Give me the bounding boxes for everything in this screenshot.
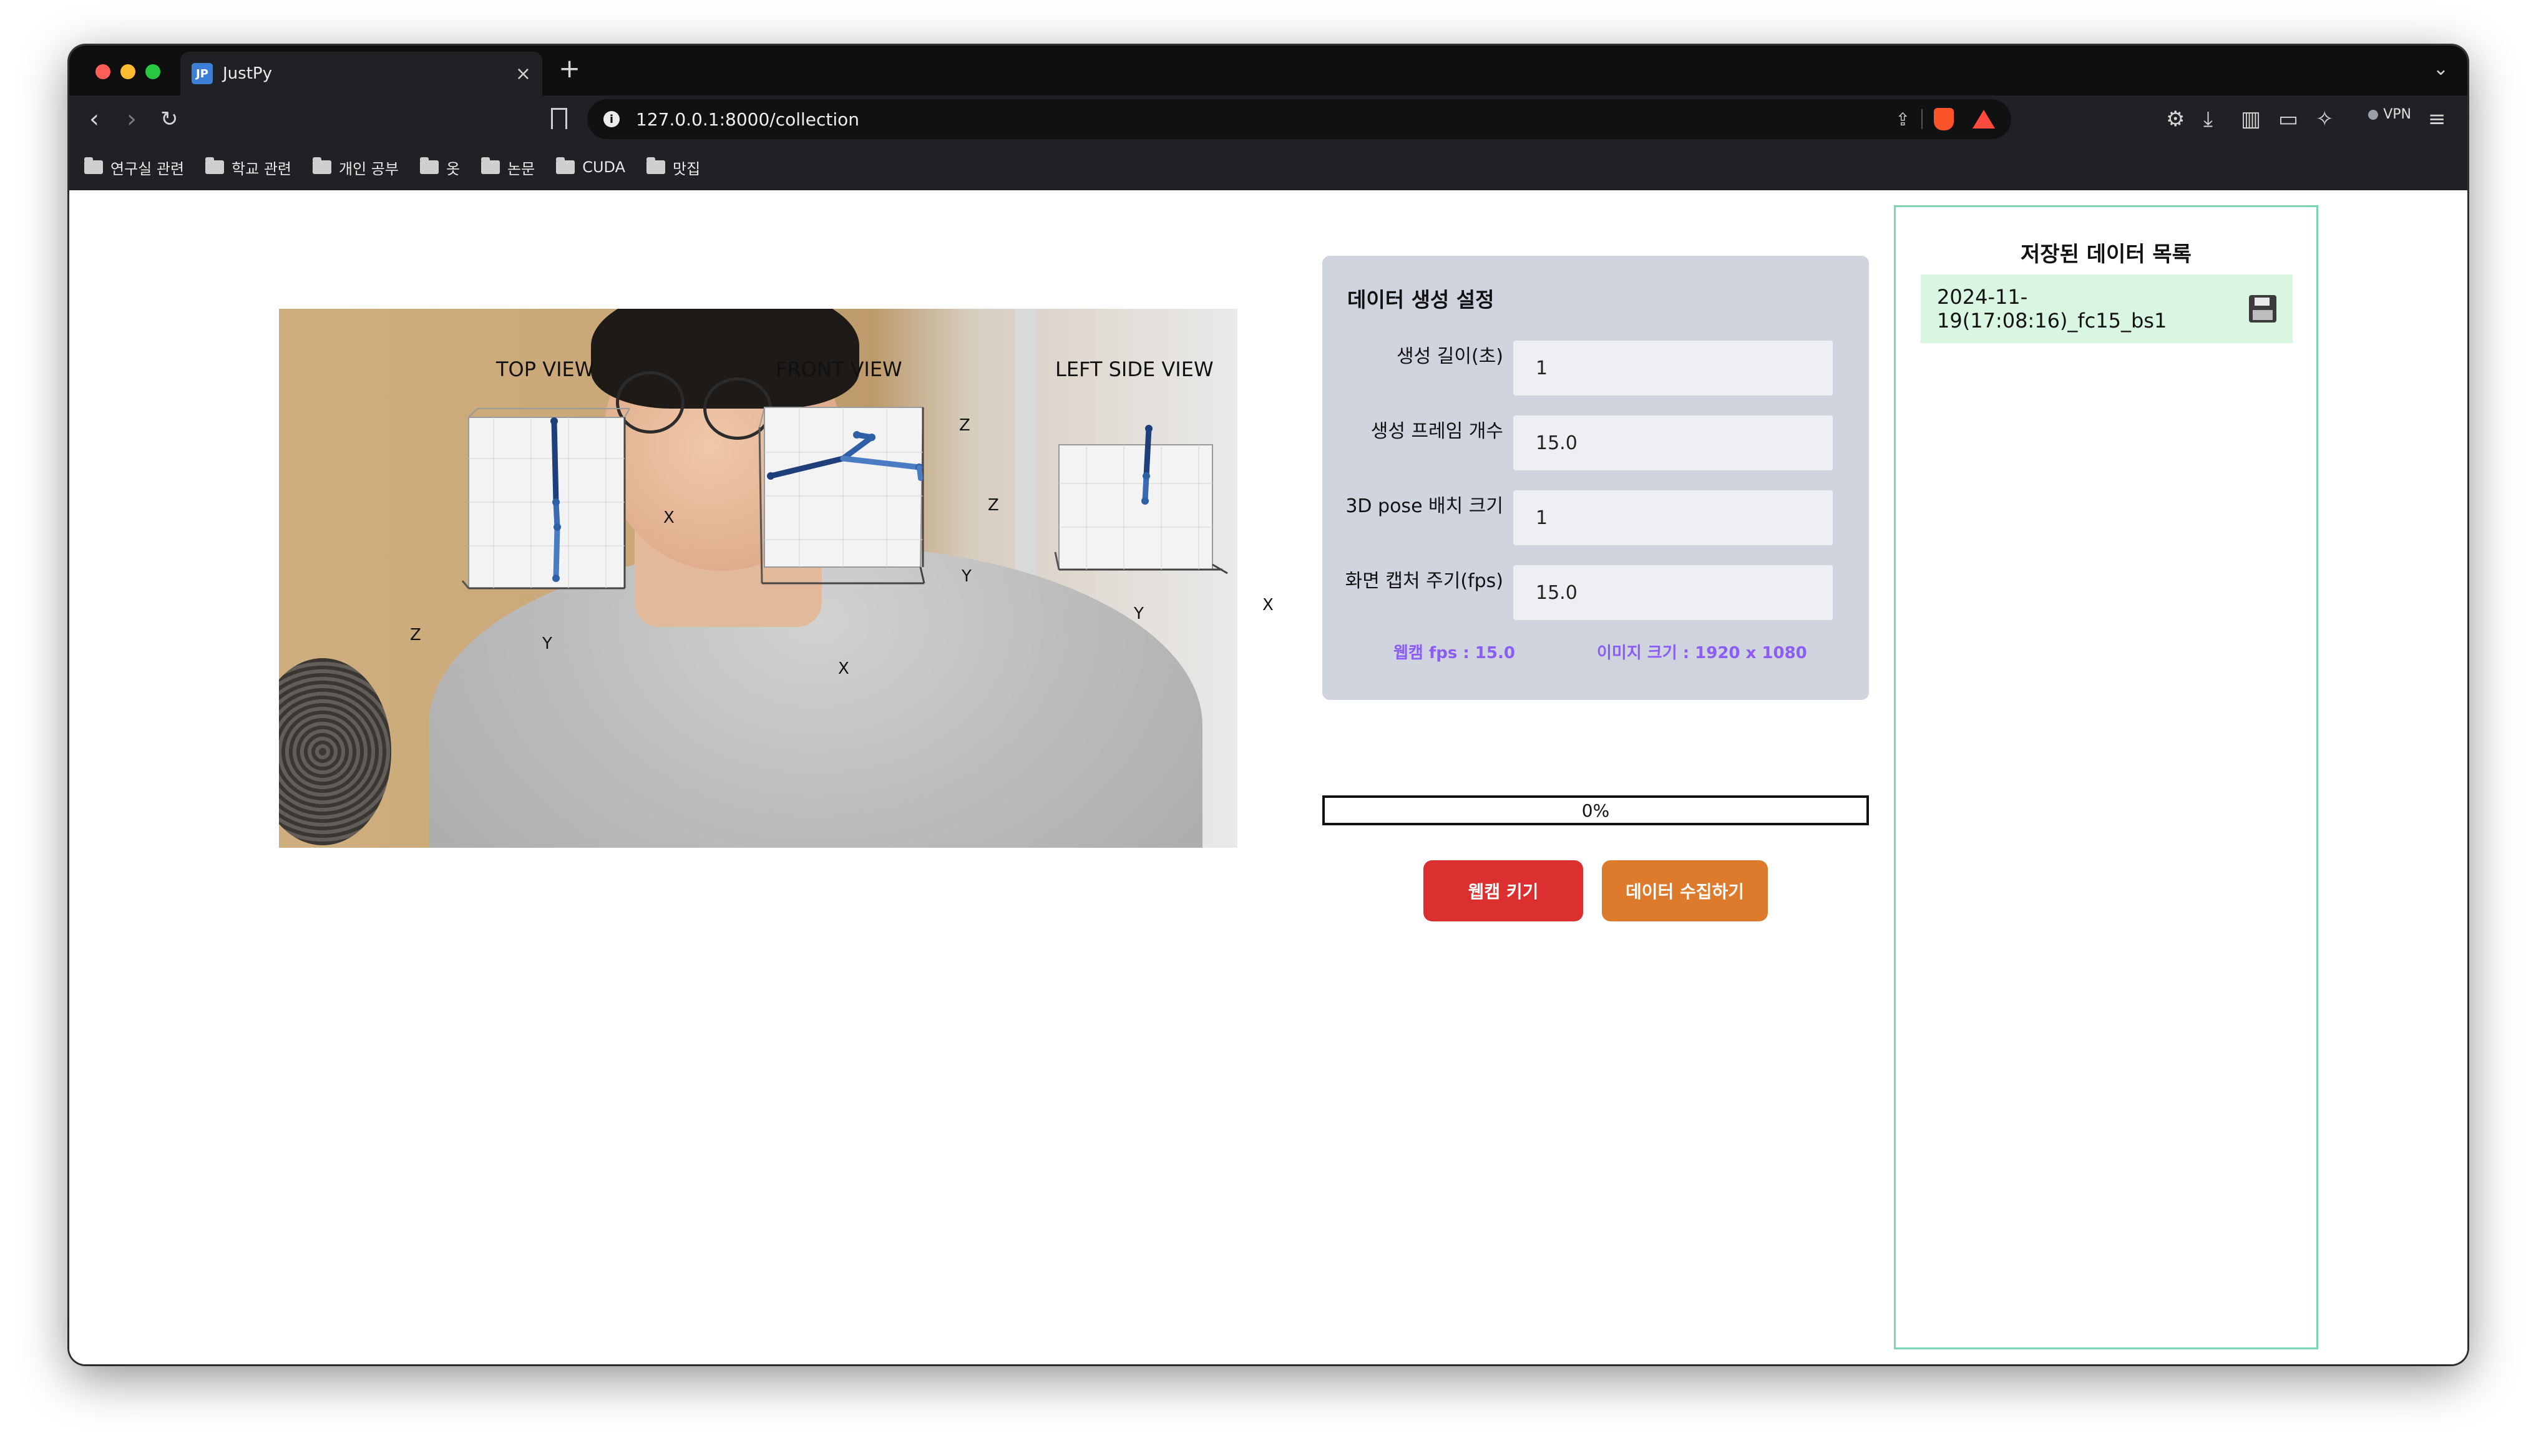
- frame-count-label: 생성 프레임 개수: [1370, 420, 1503, 442]
- address-bar[interactable]: i 127.0.0.1:8000/collection ⇪: [587, 99, 2011, 139]
- bookmark-folder[interactable]: CUDA: [556, 157, 625, 176]
- site-info-icon[interactable]: i: [603, 111, 620, 127]
- settings-panel: 데이터 생성 설정 생성 길이(초) 1 생성 프레임 개수 15.0 3D p…: [1322, 256, 1869, 700]
- folder-icon: [646, 157, 666, 174]
- brave-shields-icon[interactable]: [1934, 108, 1954, 130]
- reload-icon[interactable]: ↻: [160, 102, 178, 137]
- capture-fps-input[interactable]: 15.0: [1513, 565, 1833, 620]
- tab-strip: JP JustPy × + ⌄: [69, 46, 2467, 95]
- extensions-icon[interactable]: ⚙: [2166, 107, 2185, 132]
- new-tab-icon[interactable]: +: [558, 53, 580, 84]
- progress-label: 0%: [1581, 800, 1610, 821]
- share-icon[interactable]: ⇪: [1896, 109, 1910, 130]
- front-view-plot: [758, 407, 925, 585]
- bookmark-icon[interactable]: [551, 108, 567, 129]
- download-icon[interactable]: ⤓: [2203, 107, 2213, 132]
- tab-title: JustPy: [223, 64, 272, 83]
- top-view-x-axis-label: X: [663, 508, 675, 527]
- left-view-title: LEFT SIDE VIEW: [1055, 357, 1214, 381]
- webcam-fan: [279, 658, 391, 845]
- left-view-y-axis-label: Y: [1134, 604, 1144, 623]
- leo-ai-icon[interactable]: ✧: [2316, 107, 2334, 132]
- page-content: TOP VIEW X Z Y FRONT VIEW Z Z Y X LEFT S…: [69, 190, 2467, 1364]
- top-view-y-axis-label: Y: [542, 634, 552, 653]
- folder-icon: [205, 157, 225, 174]
- progress-bar: 0%: [1322, 795, 1869, 825]
- front-view-title: FRONT VIEW: [776, 357, 902, 381]
- folder-icon: [481, 157, 500, 174]
- vpn-label: VPN: [2383, 107, 2411, 122]
- front-view-z-axis-label: Z: [959, 416, 970, 435]
- bookmark-folder[interactable]: 논문: [481, 157, 535, 178]
- setting-row-batch-size: 3D pose 배치 크기 1: [1322, 490, 1869, 545]
- setting-row-duration: 생성 길이(초) 1: [1322, 341, 1869, 396]
- duration-label: 생성 길이(초): [1397, 346, 1503, 367]
- frame-count-input[interactable]: 15.0: [1513, 415, 1833, 470]
- folder-icon: [312, 157, 331, 174]
- collect-data-button[interactable]: 데이터 수집하기: [1602, 860, 1768, 921]
- tab-list-chevron-icon[interactable]: ⌄: [2433, 58, 2449, 80]
- bookmark-folder[interactable]: 맛집: [646, 157, 700, 178]
- setting-row-capture-fps: 화면 캡처 주기(fps) 15.0: [1322, 565, 1869, 620]
- saved-data-panel: 저장된 데이터 목록 2024-11-19(17:08:16)_fc15_bs1: [1894, 205, 2318, 1349]
- vpn-button[interactable]: VPN: [2368, 107, 2411, 122]
- tab-justpy[interactable]: JP JustPy ×: [180, 52, 542, 95]
- close-tab-icon[interactable]: ×: [515, 63, 531, 85]
- close-window-button[interactable]: [95, 64, 110, 79]
- brave-rewards-icon[interactable]: [1973, 110, 1995, 129]
- folder-icon: [556, 157, 575, 174]
- left-view-plot: [1054, 425, 1228, 575]
- bookmarks-bar: 연구실 관련 학교 관련 개인 공부 옷 논문 CUDA 맛집: [69, 144, 2467, 190]
- floppy-disk-icon[interactable]: [2249, 295, 2276, 323]
- folder-icon: [84, 157, 103, 174]
- maximize-window-button[interactable]: [145, 64, 160, 79]
- browser-window: JP JustPy × + ⌄ ‹ › ↻ i 127.0.0.1:8000/c…: [69, 46, 2467, 1364]
- bookmark-folder[interactable]: 학교 관련: [205, 157, 291, 178]
- browser-chrome: JP JustPy × + ⌄ ‹ › ↻ i 127.0.0.1:8000/c…: [69, 46, 2467, 190]
- front-view-y-axis-label: Y: [962, 567, 972, 586]
- capture-fps-label: 화면 캡처 주기(fps): [1345, 570, 1503, 592]
- left-view-x-axis-label: X: [1262, 596, 1274, 614]
- image-size-info: 이미지 크기 : 1920 x 1080: [1597, 644, 1807, 662]
- toolbar: ‹ › ↻ i 127.0.0.1:8000/collection ⇪ ⚙ ⤓ …: [69, 95, 2467, 144]
- bookmark-folder[interactable]: 옷: [419, 157, 460, 178]
- front-view-x-axis-label: X: [838, 659, 849, 678]
- bookmark-folder[interactable]: 개인 공부: [312, 157, 399, 178]
- menu-icon[interactable]: ≡: [2428, 107, 2446, 132]
- bookmark-folder[interactable]: 연구실 관련: [84, 157, 184, 178]
- sidebar-icon[interactable]: ▥: [2241, 107, 2261, 132]
- batch-size-label: 3D pose 배치 크기: [1345, 495, 1503, 517]
- top-view-title: TOP VIEW: [496, 357, 595, 381]
- justpy-favicon-icon: JP: [192, 63, 213, 84]
- duration-input[interactable]: 1: [1513, 341, 1833, 396]
- minimize-window-button[interactable]: [120, 64, 135, 79]
- saved-data-name: 2024-11-19(17:08:16)_fc15_bs1: [1937, 285, 2167, 332]
- folder-icon: [419, 157, 439, 174]
- setting-row-frame-count: 생성 프레임 개수 15.0: [1322, 415, 1869, 470]
- settings-title: 데이터 생성 설정: [1347, 288, 1495, 312]
- forward-icon[interactable]: ›: [127, 102, 137, 137]
- saved-data-title: 저장된 데이터 목록: [2021, 242, 2192, 267]
- saved-data-item[interactable]: 2024-11-19(17:08:16)_fc15_bs1: [1921, 274, 2293, 343]
- webcam-on-button[interactable]: 웹캠 키기: [1423, 860, 1583, 921]
- url-text[interactable]: 127.0.0.1:8000/collection: [636, 109, 1896, 130]
- wallet-icon[interactable]: ▭: [2278, 107, 2298, 132]
- webcam-fps-info: 웹캠 fps : 15.0: [1393, 644, 1515, 662]
- top-view-plot: [461, 408, 630, 590]
- front-view-z-axis-label-2: Z: [988, 496, 999, 515]
- top-view-z-axis-label: Z: [410, 626, 421, 644]
- back-icon[interactable]: ‹: [89, 102, 99, 137]
- batch-size-input[interactable]: 1: [1513, 490, 1833, 545]
- vpn-status-icon: [2368, 109, 2379, 120]
- url-separator: [1921, 109, 1923, 129]
